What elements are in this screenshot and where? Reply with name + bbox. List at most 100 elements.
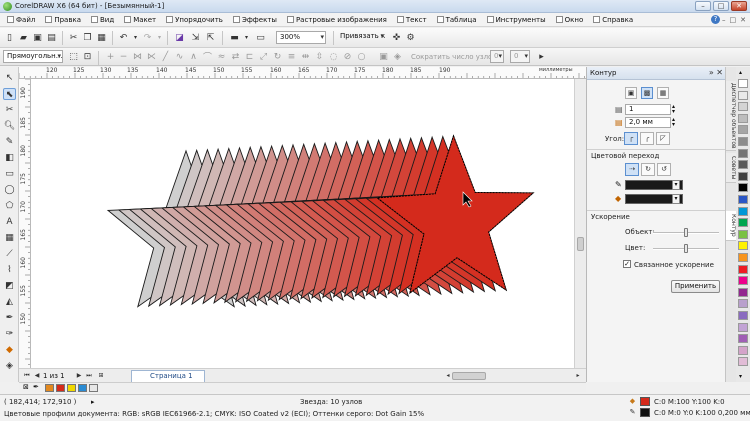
cut-icon[interactable]: ✂: [68, 32, 79, 43]
new-document-icon[interactable]: ▯: [4, 32, 15, 43]
menu-edit[interactable]: Правка: [40, 13, 86, 27]
palette-swatch[interactable]: [738, 253, 748, 262]
eyedropper-icon[interactable]: ✒: [33, 383, 39, 391]
smart-fill-tool-icon[interactable]: ◧: [3, 152, 16, 164]
color-acceleration-slider[interactable]: [684, 244, 688, 253]
stretch-nodes-icon[interactable]: ⤢: [258, 51, 269, 62]
align-nodes-icon[interactable]: ≡: [286, 51, 297, 62]
menu-help[interactable]: Справка: [588, 13, 638, 27]
node-mode-icon[interactable]: ⊡: [82, 51, 93, 62]
palette-swatch[interactable]: [738, 183, 748, 193]
zoom-level-select[interactable]: 300%: [276, 31, 326, 44]
vertical-scrollbar[interactable]: [574, 79, 586, 368]
palette-swatch[interactable]: [738, 357, 748, 367]
palette-swatch[interactable]: [738, 125, 748, 135]
last-page-icon[interactable]: ⏭: [85, 372, 93, 380]
fill-color-dropdown-icon[interactable]: ▾: [672, 194, 680, 204]
document-color-profiles[interactable]: Цветовые профили документа: RGB: sRGB IE…: [4, 410, 424, 418]
menu-window[interactable]: Окно: [551, 13, 589, 27]
maximize-button[interactable]: □: [713, 1, 729, 11]
palette-swatch[interactable]: [738, 160, 748, 170]
outline-pen-tool-icon[interactable]: ✑: [3, 328, 16, 340]
palette-scroll-down-icon[interactable]: ▾: [739, 373, 742, 380]
coordinates-arrow-icon[interactable]: ▸: [91, 398, 95, 406]
connector-tool-icon[interactable]: ⌇: [3, 264, 16, 276]
options-settings-icon[interactable]: ⚙: [405, 32, 416, 43]
menu-layout[interactable]: Макет: [119, 13, 161, 27]
scroll-left-icon[interactable]: ◂: [444, 372, 452, 380]
undo-dropdown-icon[interactable]: ▾: [130, 32, 141, 43]
undo-icon[interactable]: ↶: [118, 32, 129, 43]
print-icon[interactable]: ▤: [46, 32, 57, 43]
vertical-scroll-thumb[interactable]: [577, 237, 584, 251]
close-button[interactable]: ✕: [731, 1, 747, 11]
outside-contour-icon[interactable]: ▦: [657, 87, 669, 99]
horizontal-ruler[interactable]: 120 125 130 135 140 145 150 155 160 165 …: [19, 67, 586, 79]
app-launcher-dropdown-icon[interactable]: ▾: [241, 32, 252, 43]
palette-swatch[interactable]: [738, 241, 748, 251]
break-curve-icon[interactable]: ⋉: [146, 51, 157, 62]
inside-contour-icon[interactable]: ▩: [641, 87, 653, 99]
delete-node-icon[interactable]: −: [118, 51, 129, 62]
palette-swatch[interactable]: [738, 287, 748, 297]
contour-star-artwork[interactable]: [31, 79, 574, 368]
open-folder-icon[interactable]: ▰: [18, 32, 29, 43]
eyedropper-tool-icon[interactable]: ✒: [3, 312, 16, 324]
mitered-corner-icon[interactable]: ┌: [624, 132, 638, 145]
symmetric-node-icon[interactable]: ≈: [216, 51, 227, 62]
palette-swatch[interactable]: [738, 264, 748, 274]
menu-table[interactable]: Таблица: [432, 13, 482, 27]
contour-steps-input[interactable]: 1: [625, 104, 671, 115]
next-page-icon[interactable]: ▶: [75, 372, 83, 380]
help-icon[interactable]: ?: [711, 15, 720, 24]
extend-curve-icon[interactable]: ⊏: [244, 51, 255, 62]
palette-swatch[interactable]: [738, 102, 748, 112]
document-palette-swatch[interactable]: [45, 384, 54, 392]
bevel-corner-icon[interactable]: ◸: [656, 132, 670, 145]
apply-button[interactable]: Применить: [671, 280, 720, 293]
rectangle-tool-icon[interactable]: ▭: [3, 168, 16, 180]
palette-swatch[interactable]: [738, 148, 748, 158]
close-curve-icon[interactable]: ○: [356, 51, 367, 62]
linked-acceleration-checkbox[interactable]: ✓: [623, 260, 631, 268]
search-content-icon[interactable]: ◪: [174, 32, 185, 43]
palette-swatch[interactable]: [738, 137, 748, 146]
outline-color-swatch[interactable]: [640, 408, 650, 417]
menu-bitmaps[interactable]: Растровые изображения: [282, 13, 392, 27]
palette-swatch[interactable]: [738, 311, 748, 320]
palette-swatch[interactable]: [738, 195, 748, 204]
save-icon[interactable]: ▣: [32, 32, 43, 43]
fill-color-swatch[interactable]: [640, 397, 650, 406]
menu-effects[interactable]: Эффекты: [228, 13, 282, 27]
quick-customize-icon[interactable]: ▸: [536, 51, 547, 62]
dimension-tool-icon[interactable]: ⟋: [3, 248, 16, 260]
palette-swatch[interactable]: [738, 206, 748, 216]
palette-swatch[interactable]: [738, 218, 748, 228]
contour-offset-input[interactable]: 2,0 мм: [625, 117, 671, 128]
export-icon[interactable]: ⇱: [205, 32, 216, 43]
minimize-button[interactable]: –: [695, 1, 711, 11]
previous-page-icon[interactable]: ◀: [33, 372, 41, 380]
options-icon[interactable]: ✜: [391, 32, 402, 43]
no-color-icon[interactable]: ⊠: [23, 383, 29, 391]
palette-swatch[interactable]: [738, 334, 748, 344]
round-corner-icon[interactable]: ╭: [640, 132, 654, 145]
pick-tool-icon[interactable]: ↖: [3, 72, 16, 84]
zoom-tool-icon[interactable]: 🔍︎: [3, 120, 16, 132]
to-curve-icon[interactable]: ∿: [174, 51, 185, 62]
outline-color-dropdown-icon[interactable]: ▾: [672, 180, 680, 190]
palette-swatch[interactable]: [738, 299, 748, 309]
interactive-fill-tool-icon[interactable]: ◈: [3, 360, 16, 372]
offset-spinner-icon[interactable]: ▴ ▾: [672, 117, 675, 128]
add-page-icon[interactable]: ⊞: [97, 372, 105, 380]
shape-tool-icon[interactable]: ⬉: [3, 88, 16, 100]
clockwise-color-icon[interactable]: ↻: [641, 163, 655, 176]
docker-collapse-icon[interactable]: » ✕: [709, 68, 723, 77]
fill-tool-icon[interactable]: ◆: [3, 344, 16, 356]
document-palette-swatch[interactable]: [56, 384, 65, 392]
redo-icon[interactable]: ↷: [142, 32, 153, 43]
drawing-canvas[interactable]: [31, 79, 574, 368]
counterclockwise-color-icon[interactable]: ↺: [657, 163, 671, 176]
join-nodes-icon[interactable]: ⋈: [132, 51, 143, 62]
crop-tool-icon[interactable]: ✂: [3, 104, 16, 116]
